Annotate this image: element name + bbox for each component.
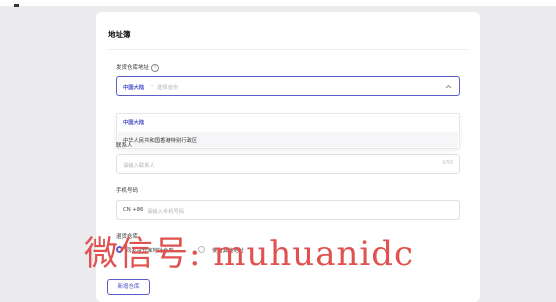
contact-label: 联系人 bbox=[116, 143, 133, 149]
contact-input[interactable]: 请输入联系人 0/50 bbox=[116, 154, 460, 174]
region-selected-value: 中国大陆 bbox=[123, 85, 145, 91]
watermark-text: 微信号: muhuanidc bbox=[84, 234, 415, 274]
dropdown-option-hongkong[interactable]: 中华人民共和国香港特别行政区 bbox=[118, 132, 458, 147]
title-divider bbox=[108, 49, 468, 50]
dropdown-option-mainland[interactable]: 中国大陆 bbox=[123, 118, 144, 126]
chevron-up-icon[interactable] bbox=[445, 84, 452, 89]
region-dropdown: 中国大陆 中华人民共和国香港特别行政区 bbox=[116, 113, 460, 149]
phone-placeholder: 请输入手机号码 bbox=[147, 209, 185, 215]
warehouse-address-label-text: 发货仓库地址 bbox=[116, 65, 150, 71]
contact-char-counter: 0/50 bbox=[442, 161, 453, 166]
phone-label: 手机号码 bbox=[116, 188, 139, 194]
country-code[interactable]: CN +86 bbox=[123, 207, 144, 213]
province-placeholder: 选择省份 bbox=[157, 85, 179, 91]
warehouse-address-label: 发货仓库地址? bbox=[116, 63, 160, 72]
region-separator: - bbox=[151, 83, 153, 89]
contact-placeholder: 请输入联系人 bbox=[123, 163, 155, 169]
phone-input[interactable]: CN +86 请输入手机号码 bbox=[116, 200, 460, 220]
region-select[interactable]: 中国大陆 - 选择省份 bbox=[116, 76, 460, 96]
corner-mark bbox=[14, 4, 19, 7]
page-title: 地址簿 bbox=[108, 30, 131, 39]
question-circle-icon[interactable]: ? bbox=[151, 63, 160, 72]
add-warehouse-button[interactable]: 新增仓库 bbox=[107, 279, 150, 295]
top-bar bbox=[0, 0, 556, 6]
